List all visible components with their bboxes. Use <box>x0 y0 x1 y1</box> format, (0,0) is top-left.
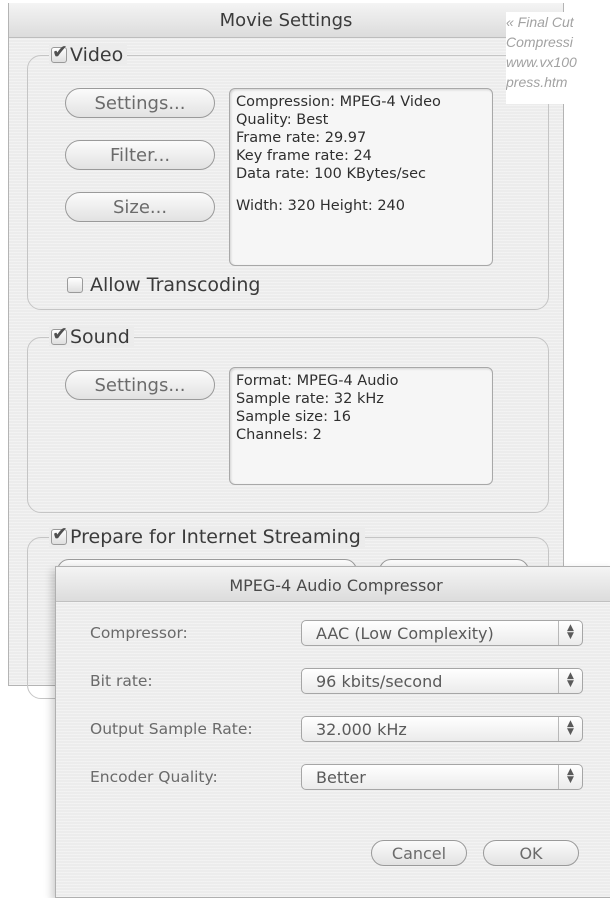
cancel-button[interactable]: Cancel <box>371 840 467 866</box>
video-checkbox[interactable] <box>51 41 68 63</box>
audio-compressor-dialog: MPEG-4 Audio Compressor Compressor: AAC … <box>55 566 610 898</box>
encoder-quality-value: Better <box>316 768 366 787</box>
dialog-title: MPEG-4 Audio Compressor <box>229 576 443 595</box>
video-filter-button[interactable]: Filter... <box>65 140 215 170</box>
source-caption: « Final Cut Compressi www.vx100 press.ht… <box>506 12 610 104</box>
title-bar[interactable]: Movie Settings <box>9 3 563 38</box>
caption-line: press.htm <box>506 74 568 90</box>
caption-line: www.vx100 <box>506 54 577 70</box>
streaming-checkbox[interactable] <box>51 523 68 545</box>
sound-info-line: Channels: 2 <box>236 427 322 443</box>
sound-settings-button[interactable]: Settings... <box>65 370 215 400</box>
allow-transcoding-row[interactable]: Allow Transcoding <box>65 274 264 296</box>
video-info-line: Width: 320 Height: 240 <box>236 198 406 214</box>
allow-transcoding-label: Allow Transcoding <box>90 274 261 296</box>
bit-rate-label: Bit rate: <box>90 672 153 690</box>
video-info-line: Compression: MPEG-4 Video <box>236 94 441 110</box>
updown-arrows-icon: ▲ ▼ <box>558 669 582 693</box>
bit-rate-value: 96 kbits/second <box>316 672 443 691</box>
sound-checkbox[interactable] <box>51 323 68 345</box>
video-settings-button[interactable]: Settings... <box>65 88 215 118</box>
encoder-quality-popup[interactable]: Better ▲ ▼ <box>301 764 583 790</box>
updown-arrows-icon: ▲ ▼ <box>558 717 582 741</box>
sound-group-header: Sound <box>49 323 134 348</box>
video-label: Video <box>70 44 124 66</box>
video-info-box: Compression: MPEG-4 Video Quality: Best … <box>229 88 493 266</box>
output-sample-rate-label: Output Sample Rate: <box>90 720 253 738</box>
compressor-value: AAC (Low Complexity) <box>316 624 494 643</box>
sound-info-line: Sample size: 16 <box>236 409 352 425</box>
sound-info-box: Format: MPEG-4 Audio Sample rate: 32 kHz… <box>229 367 493 485</box>
sound-info-line: Format: MPEG-4 Audio <box>236 373 399 389</box>
sound-info-line: Sample rate: 32 kHz <box>236 391 384 407</box>
compressor-popup[interactable]: AAC (Low Complexity) ▲ ▼ <box>301 620 583 646</box>
video-info-line: Key frame rate: 24 <box>236 148 372 164</box>
video-size-button[interactable]: Size... <box>65 192 215 222</box>
sound-label: Sound <box>70 326 130 348</box>
output-sample-rate-value: 32.000 kHz <box>316 720 407 739</box>
streaming-label: Prepare for Internet Streaming <box>70 526 361 548</box>
caption-line: Compressi <box>506 34 573 50</box>
allow-transcoding-checkbox[interactable] <box>67 277 83 293</box>
bit-rate-popup[interactable]: 96 kbits/second ▲ ▼ <box>301 668 583 694</box>
video-info-line: Frame rate: 29.97 <box>236 130 367 146</box>
updown-arrows-icon: ▲ ▼ <box>558 621 582 645</box>
encoder-quality-label: Encoder Quality: <box>90 768 218 786</box>
video-info-line: Quality: Best <box>236 112 329 128</box>
video-info-line: Data rate: 100 KBytes/sec <box>236 166 426 182</box>
streaming-group-header: Prepare for Internet Streaming <box>49 523 365 548</box>
compressor-label: Compressor: <box>90 624 188 642</box>
dialog-title-bar[interactable]: MPEG-4 Audio Compressor <box>56 567 610 602</box>
output-sample-rate-popup[interactable]: 32.000 kHz ▲ ▼ <box>301 716 583 742</box>
video-group-header: Video <box>49 41 128 66</box>
caption-line: « Final Cut <box>506 14 574 30</box>
ok-button[interactable]: OK <box>483 840 579 866</box>
window-title: Movie Settings <box>219 10 353 31</box>
updown-arrows-icon: ▲ ▼ <box>558 765 582 789</box>
